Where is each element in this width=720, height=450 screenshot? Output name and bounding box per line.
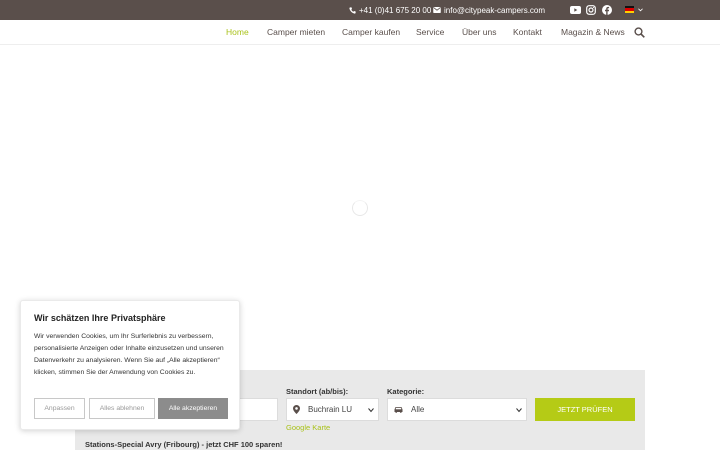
map-marker-icon — [293, 405, 300, 414]
car-icon — [394, 407, 403, 413]
google-map-link[interactable]: Google Karte — [286, 423, 330, 432]
cookie-consent-dialog: Wir schätzen Ihre Privatsphäre Wir verwe… — [20, 300, 240, 430]
check-availability-button[interactable]: JETZT PRÜFEN — [535, 398, 635, 421]
nav-item-magazin-news[interactable]: Magazin & News — [561, 20, 625, 45]
nav-item-service[interactable]: Service — [416, 20, 444, 45]
category-value: Alle — [411, 405, 425, 414]
cookie-title: Wir schätzen Ihre Privatsphäre — [34, 313, 166, 323]
location-select[interactable]: Buchrain LU — [286, 398, 379, 421]
customize-button[interactable]: Anpassen — [34, 398, 85, 419]
phone-icon — [349, 6, 356, 14]
search-icon[interactable] — [634, 27, 645, 38]
cookie-text: Wir verwenden Cookies, um Ihr Surferlebn… — [34, 333, 224, 376]
accept-all-button[interactable]: Alle akzeptieren — [158, 398, 228, 419]
main-navigation: Home Camper mieten Camper kaufen Service… — [0, 20, 720, 45]
loading-spinner — [352, 200, 368, 216]
chevron-down-icon — [638, 7, 643, 11]
language-switcher[interactable] — [625, 6, 643, 13]
youtube-icon — [569, 6, 581, 14]
mail-icon — [433, 7, 441, 13]
phone-link[interactable]: +41 (0)41 675 20 00 — [349, 0, 431, 20]
youtube-link[interactable] — [569, 4, 581, 16]
chevron-down-icon — [516, 408, 522, 413]
email-link[interactable]: info@citypeak-campers.com — [433, 0, 545, 20]
nav-item-camper-mieten[interactable]: Camper mieten — [267, 20, 325, 45]
location-label: Standort (ab/bis): — [286, 387, 349, 396]
facebook-link[interactable] — [601, 4, 613, 16]
nav-item-ueber-uns[interactable]: Über uns — [462, 20, 497, 45]
location-value: Buchrain LU — [308, 405, 353, 414]
facebook-icon — [602, 5, 612, 15]
de-flag-icon — [625, 6, 634, 13]
reject-all-button[interactable]: Alles ablehnen — [89, 398, 155, 419]
phone-number: +41 (0)41 675 20 00 — [359, 5, 432, 15]
email-address: info@citypeak-campers.com — [444, 5, 546, 15]
top-bar: +41 (0)41 675 20 00 info@citypeak-camper… — [0, 0, 720, 20]
special-offer-notice[interactable]: Stations-Special Avry (Fribourg) - jetzt… — [85, 440, 282, 449]
instagram-link[interactable] — [585, 4, 597, 16]
chevron-down-icon — [368, 408, 374, 413]
category-label: Kategorie: — [387, 387, 425, 396]
nav-item-camper-kaufen[interactable]: Camper kaufen — [342, 20, 400, 45]
nav-item-home[interactable]: Home — [226, 20, 249, 45]
category-select[interactable]: Alle — [387, 398, 527, 421]
instagram-icon — [586, 5, 596, 15]
nav-item-kontakt[interactable]: Kontakt — [513, 20, 542, 45]
